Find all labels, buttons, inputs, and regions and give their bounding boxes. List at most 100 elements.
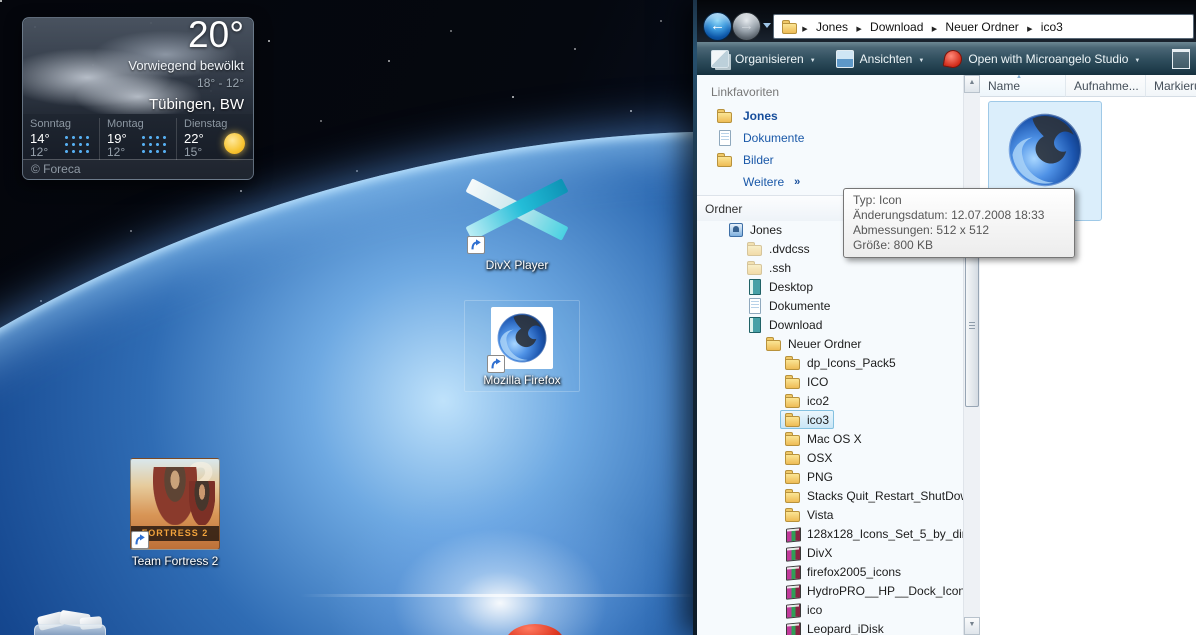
desktop-icon-team-fortress-2[interactable]: 2 FORTRESS 2 Team Fortress 2 (117, 458, 233, 568)
desktop-icon-label: DivX Player (485, 258, 549, 272)
tree-item[interactable]: ico2 (697, 391, 963, 410)
column-header-label: Markieru (1154, 79, 1196, 93)
toolbar-button[interactable]: Organisieren (703, 47, 824, 71)
more-arrow: » (794, 176, 801, 188)
weather-location: Tübingen, BW (148, 96, 244, 113)
breadcrumb-separator-icon (1025, 20, 1035, 34)
tree-item[interactable]: ico (697, 600, 963, 619)
favorite-link[interactable]: Jones (697, 105, 963, 127)
desktop-icon-label: Team Fortress 2 (131, 554, 219, 568)
tree-item[interactable]: Leopard_iDisk (697, 619, 963, 635)
tree-item-label: .dvdcss (769, 241, 810, 256)
toolbar-button-label: Open with Microangelo Studio (968, 51, 1129, 66)
tooltip-line: Änderungsdatum: 12.07.2008 18:33 (853, 208, 1045, 222)
slideshow-icon (1172, 48, 1191, 69)
desktop-icon-mozilla-firefox[interactable]: Mozilla Firefox (464, 300, 580, 392)
forecast-day: Sonntag 14° 12° (23, 118, 100, 160)
breadcrumb-item[interactable]: Download (864, 20, 929, 34)
tree-item[interactable]: firefox2005_icons (697, 562, 963, 581)
tree-item[interactable]: Neuer Ordner (697, 334, 963, 353)
folder-icon (785, 450, 801, 466)
tree-item-label: Mac OS X (807, 431, 862, 446)
column-header[interactable]: Markieru (1146, 75, 1196, 97)
recycle-bin-body (34, 624, 106, 635)
tree-item[interactable]: 128x128_Icons_Set_5_by_dimpoart (697, 524, 963, 543)
weather-credit: © Foreca (23, 159, 253, 179)
tree-item-label: Leopard_iDisk (807, 621, 884, 635)
column-headers: Name Aufnahme... Markieru (980, 75, 1196, 97)
favorite-link[interactable]: Dokumente (697, 127, 963, 149)
tree-item[interactable]: Vista (697, 505, 963, 524)
favorite-link-label: Jones (743, 109, 778, 123)
tree-item[interactable]: DivX (697, 543, 963, 562)
recycle-bin-icon[interactable] (30, 609, 108, 635)
tree-item-label: ico (807, 602, 823, 617)
tree-item[interactable]: HydroPRO__HP__Dock_Icon_Set_by_ (697, 581, 963, 600)
folder-tree: Jones .dvdcss .ssh Desktop Dokumente Dow… (697, 220, 963, 635)
folder-icon (766, 336, 782, 352)
column-header[interactable]: Aufnahme... (1066, 75, 1146, 97)
rar-icon (785, 602, 801, 618)
column-header[interactable]: Name (980, 75, 1066, 97)
microangelo-icon (942, 48, 964, 69)
organize-icon (711, 49, 729, 68)
forecast-day-name: Sonntag (30, 118, 71, 130)
views-icon (835, 49, 854, 68)
tree-item[interactable]: .ssh (697, 258, 963, 277)
breadcrumb-separator-icon (854, 20, 864, 34)
tree-item[interactable]: Dokumente (697, 296, 963, 315)
firefox-file-thumbnail-icon (1008, 113, 1082, 187)
desktop-icon-divx-player[interactable]: DivX Player (459, 168, 575, 272)
column-header-label: Aufnahme... (1074, 79, 1139, 93)
toolbar-button[interactable]: Diash (1164, 47, 1196, 71)
back-button[interactable]: ← (703, 12, 732, 41)
tree-item[interactable]: Desktop (697, 277, 963, 296)
breadcrumb-item[interactable]: Jones (810, 20, 854, 34)
folders-header-label: Ordner (705, 201, 743, 216)
favorites-list: Jones Dokumente Bilder Weitere » (697, 105, 963, 193)
tree-item[interactable]: dp_Icons_Pack5 (697, 353, 963, 372)
tree-item[interactable]: Mac OS X (697, 429, 963, 448)
desktop-icon-label: Mozilla Firefox (483, 373, 561, 387)
toolbar-button-label: Organisieren (735, 51, 804, 66)
scroll-down-button[interactable]: ▼ (964, 617, 980, 635)
tree-item-label: ico3 (807, 412, 830, 427)
favorites-header: Linkfavoriten (711, 85, 780, 99)
forward-button[interactable]: → (732, 12, 761, 41)
toolbar-button[interactable]: Open with Microangelo Studio (936, 47, 1148, 71)
weather-gadget[interactable]: 20° Vorwiegend bewölkt 18° - 12° Tübinge… (22, 17, 254, 180)
tree-item[interactable]: Download (697, 315, 963, 334)
tree-item-label: Desktop (769, 279, 814, 294)
rar-icon (785, 545, 801, 561)
tree-item[interactable]: ico3 (697, 410, 963, 429)
command-toolbar: Organisieren Ansichten Open with Microan… (693, 42, 1196, 76)
address-folder-icon (782, 19, 798, 35)
shortcut-arrow-icon (467, 236, 485, 254)
scroll-up-button[interactable]: ▲ (964, 75, 980, 93)
sun-ray (300, 594, 700, 597)
weather-condition: Vorwiegend bewölkt (128, 58, 244, 73)
tree-item[interactable]: ICO (697, 372, 963, 391)
tree-item[interactable]: OSX (697, 448, 963, 467)
tree-item-label: 128x128_Icons_Set_5_by_dimpoart (807, 526, 963, 541)
forecast-day-name: Montag (107, 118, 144, 130)
doc-icon (717, 130, 733, 146)
tooltip-line: Typ: Icon (853, 193, 902, 207)
folder-icon (785, 393, 801, 409)
scrollbar-thumb[interactable] (965, 245, 979, 407)
file-info-tooltip: Typ: Icon Änderungsdatum: 12.07.2008 18:3… (843, 188, 1075, 258)
special-icon (747, 278, 763, 295)
breadcrumb-item[interactable]: Neuer Ordner (939, 20, 1024, 34)
tree-item-label: Download (769, 317, 823, 332)
breadcrumb-item[interactable]: ico3 (1035, 20, 1069, 34)
favorite-link-label: Weitere (743, 175, 785, 189)
history-dropdown-icon[interactable] (763, 23, 771, 28)
tree-item[interactable]: Stacks Quit_Restart_ShutDown (697, 486, 963, 505)
tree-item[interactable]: PNG (697, 467, 963, 486)
rar-icon (785, 583, 801, 599)
favorite-link[interactable]: Bilder (697, 149, 963, 171)
sun-weather-icon (224, 133, 245, 154)
current-temperature: 20° (188, 17, 244, 55)
toolbar-button[interactable]: Ansichten (828, 47, 933, 71)
address-bar[interactable]: Jones Download Neuer Ordner ico3 (773, 14, 1194, 39)
